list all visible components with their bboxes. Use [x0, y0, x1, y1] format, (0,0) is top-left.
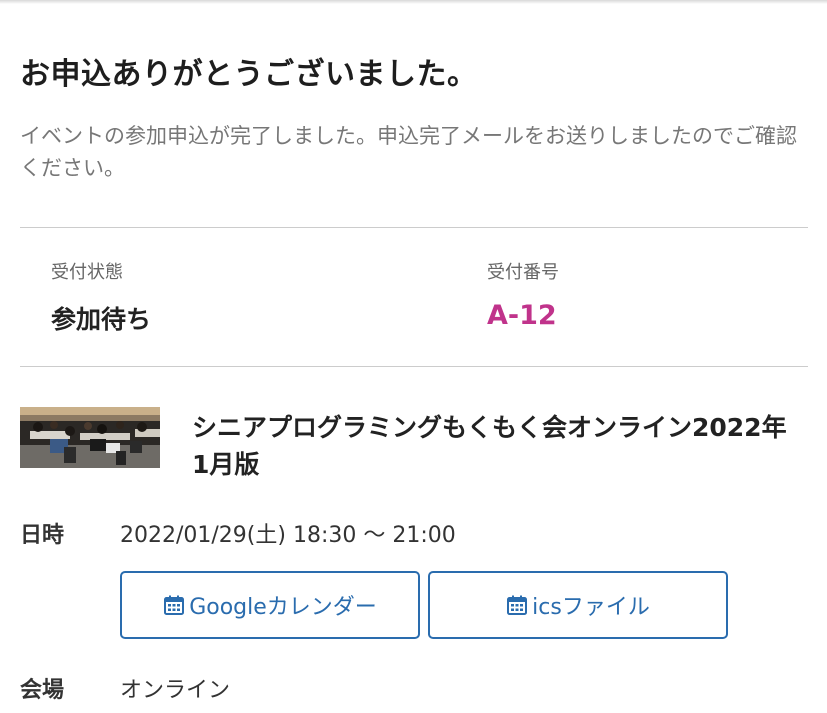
reception-number: 受付番号 A-12	[487, 258, 559, 331]
calendar-icon	[507, 595, 528, 615]
top-shadow-bar	[0, 0, 827, 4]
calendar-icon	[164, 595, 185, 615]
ics-file-label: icsファイル	[532, 595, 650, 620]
ics-file-button[interactable]: icsファイル	[428, 571, 728, 639]
reception-status-value: 参加待ち	[51, 305, 152, 334]
datetime-value: 2022/01/29(土) 18:30 〜 21:00	[120, 523, 456, 548]
datetime-label: 日時	[20, 523, 65, 548]
event-photo-icon	[20, 407, 160, 468]
page-title: お申込ありがとうございました。	[20, 57, 478, 92]
event-thumbnail[interactable]	[20, 407, 160, 468]
reception-status: 受付状態 参加待ち	[51, 258, 151, 336]
venue-label: 会場	[20, 678, 65, 703]
reception-status-label: 受付状態	[51, 262, 123, 283]
confirmation-message: イベントの参加申込が完了しました。申込完了メールをお送りしましたのでご確認くださ…	[20, 124, 797, 180]
divider-bottom	[20, 366, 808, 367]
divider-top	[20, 227, 808, 228]
google-calendar-label: Googleカレンダー	[189, 595, 377, 620]
reception-number-value: A-12	[487, 300, 557, 331]
google-calendar-button[interactable]: Googleカレンダー	[120, 571, 420, 639]
event-title[interactable]: シニアプログラミングもくもく会オンライン2022年1月版	[192, 409, 792, 483]
venue-value: オンライン	[120, 678, 231, 703]
reception-number-label: 受付番号	[487, 262, 559, 283]
